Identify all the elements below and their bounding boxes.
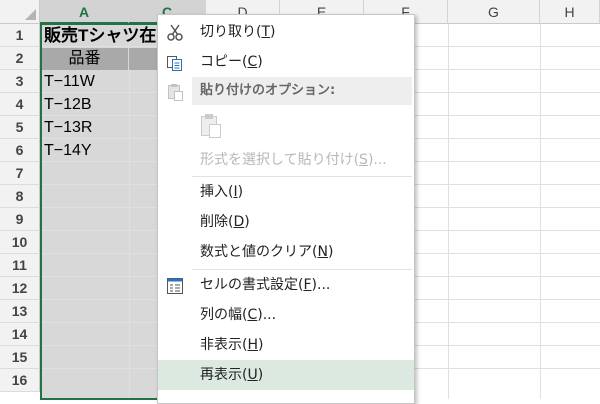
paste-options-header: 貼り付けのオプション: xyxy=(192,77,412,105)
column-header-h[interactable]: H xyxy=(540,0,600,24)
paste-option-clipboard-icon xyxy=(196,111,226,141)
row-header-1[interactable]: 1 xyxy=(0,24,40,47)
row-header-16[interactable]: 16 xyxy=(0,369,40,392)
row-header-2[interactable]: 2 xyxy=(0,47,40,70)
menu-item-cut[interactable]: 切り取り(T) xyxy=(158,17,414,47)
context-menu: 切り取り(T) コピー(C) 貼り付けのオプション: 形式を選択して貼り付け(S… xyxy=(157,14,415,404)
row-header-15[interactable]: 15 xyxy=(0,346,40,369)
row-header-10[interactable]: 10 xyxy=(0,231,40,254)
row-header-13[interactable]: 13 xyxy=(0,300,40,323)
menu-item-insert[interactable]: 挿入(I) xyxy=(158,177,414,207)
copy-icon xyxy=(166,53,184,71)
column-header-g[interactable]: G xyxy=(448,0,540,24)
row-header-11[interactable]: 11 xyxy=(0,254,40,277)
menu-item-copy[interactable]: コピー(C) xyxy=(158,47,414,77)
row-header-5[interactable]: 5 xyxy=(0,116,40,139)
format-cells-icon xyxy=(166,276,184,294)
select-all-corner[interactable] xyxy=(0,0,40,24)
row-header-8[interactable]: 8 xyxy=(0,185,40,208)
row-header-3[interactable]: 3 xyxy=(0,70,40,93)
clipboard-icon xyxy=(166,83,184,101)
menu-item-column-width[interactable]: 列の幅(C)... xyxy=(158,300,414,330)
row-header-7[interactable]: 7 xyxy=(0,162,40,185)
scissors-icon xyxy=(166,23,184,41)
row-header-4[interactable]: 4 xyxy=(0,93,40,116)
row-header-6[interactable]: 6 xyxy=(0,139,40,162)
column-header-a[interactable]: A xyxy=(40,0,129,24)
menu-item-unhide[interactable]: 再表示(U) xyxy=(158,360,414,390)
menu-item-clear-contents[interactable]: 数式と値のクリア(N) xyxy=(158,237,414,267)
menu-item-hide[interactable]: 非表示(H) xyxy=(158,330,414,360)
menu-item-paste-special: 形式を選択して貼り付け(S)... xyxy=(200,152,387,168)
menu-item-delete[interactable]: 削除(D) xyxy=(158,207,414,237)
row-header-14[interactable]: 14 xyxy=(0,323,40,346)
menu-item-format-cells[interactable]: セルの書式設定(F)... xyxy=(158,270,414,300)
row-header-9[interactable]: 9 xyxy=(0,208,40,231)
row-header-12[interactable]: 12 xyxy=(0,277,40,300)
